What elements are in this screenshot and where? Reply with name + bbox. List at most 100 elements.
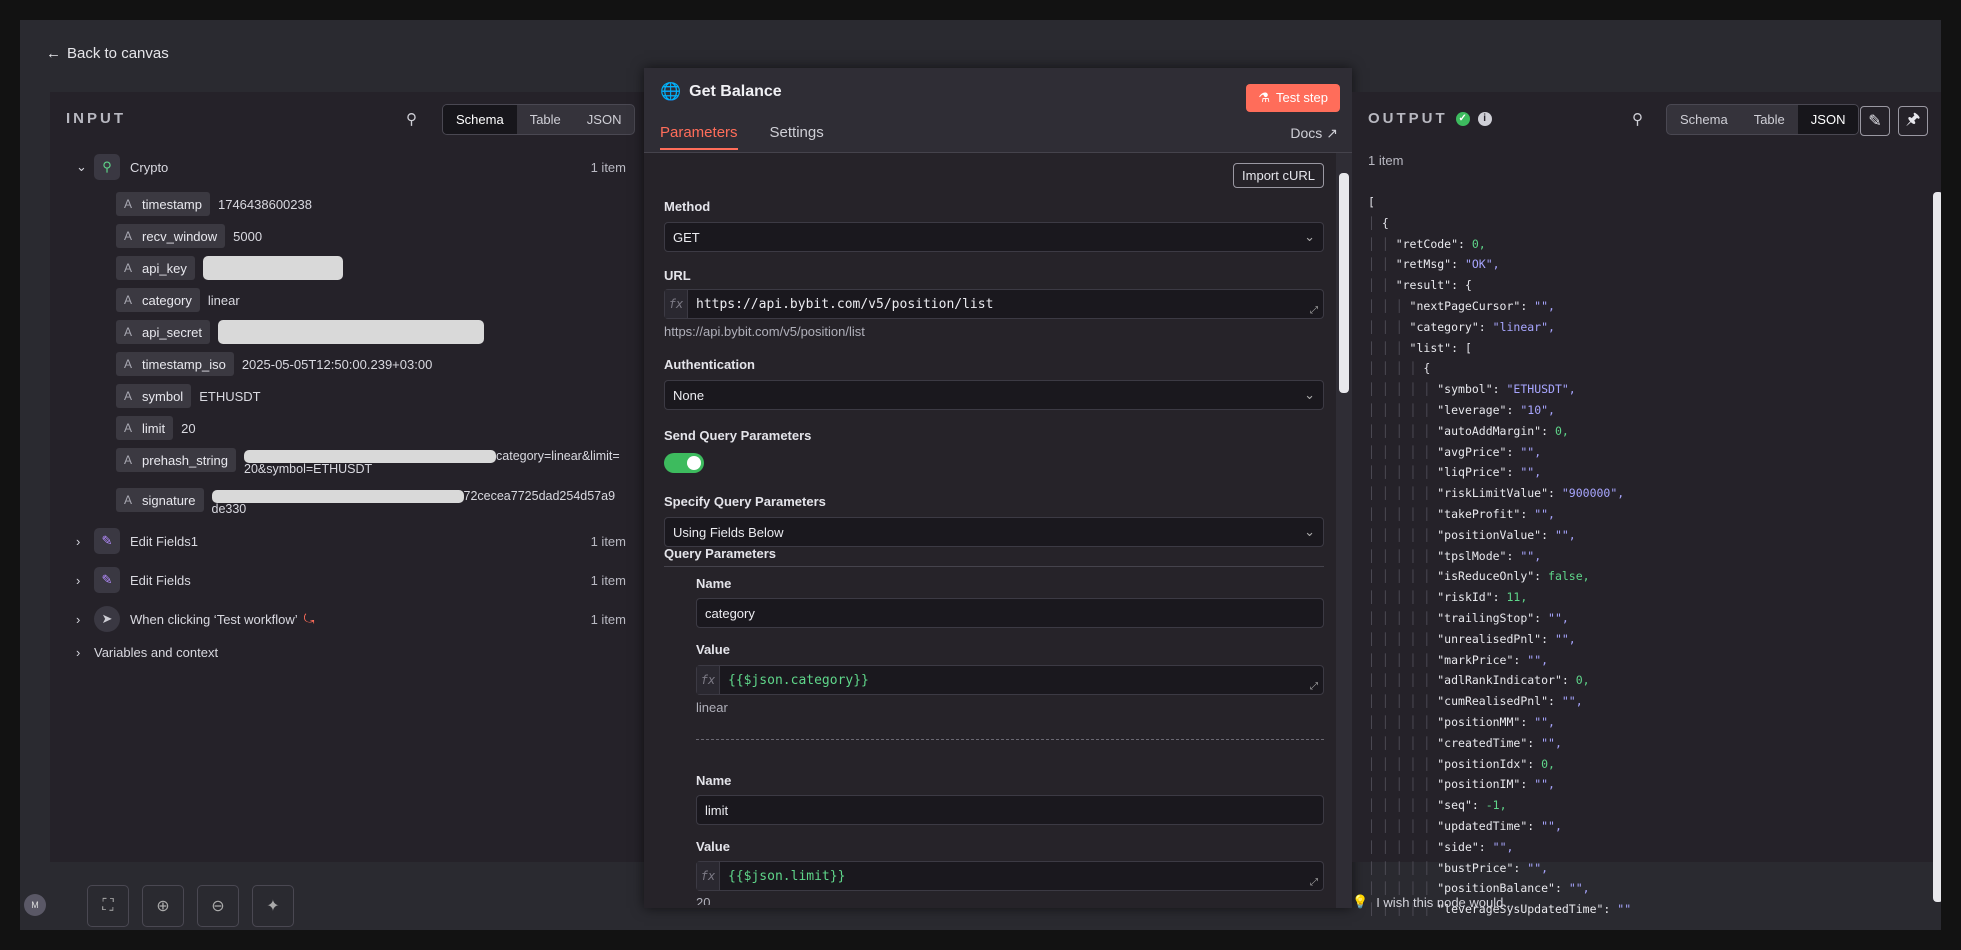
- output-panel: OUTPUT ✓ i ⚲ Schema Table JSON ✎ 🖈 1 ite…: [1352, 92, 1941, 916]
- search-icon[interactable]: ⚲: [406, 110, 417, 128]
- chevron-right-icon[interactable]: ›: [76, 534, 94, 549]
- node-edit-fields[interactable]: › ✎ Edit Fields 1 item: [76, 567, 644, 593]
- send-query-toggle[interactable]: [664, 453, 704, 473]
- back-label: Back to canvas: [67, 45, 169, 62]
- json-line: │ │ │ │ │ "trailingStop": "",: [1368, 608, 1631, 629]
- json-line: │ │ │ │ │ "tpslMode": "",: [1368, 546, 1631, 567]
- output-view-tabs: Schema Table JSON: [1666, 104, 1860, 135]
- json-output: [│ {│ │ "retCode": 0, │ │ "retMsg": "OK",…: [1368, 192, 1631, 920]
- tab-parameters[interactable]: Parameters: [660, 124, 738, 150]
- param-value-hint: 20: [696, 895, 711, 905]
- tab-table[interactable]: Table: [1741, 105, 1798, 134]
- import-curl-button[interactable]: Import cURL: [1233, 163, 1324, 188]
- field-row[interactable]: Atimestamp 1746438600238: [116, 192, 312, 216]
- back-to-canvas-link[interactable]: ← Back to canvas: [46, 45, 169, 62]
- indent-guides: │ │: [1368, 236, 1396, 251]
- json-line: │ │ │ │ │ "autoAddMargin": 0,: [1368, 421, 1631, 442]
- param-value-input[interactable]: fx {{$json.limit}} ⤢: [696, 861, 1324, 891]
- feedback-link[interactable]: 💡 I wish this node would...: [1352, 894, 1514, 910]
- expand-icon[interactable]: ⤢: [1310, 877, 1318, 888]
- json-line: │ │ │ │ │ "avgPrice": "",: [1368, 442, 1631, 463]
- field-row[interactable]: Alimit 20: [116, 416, 196, 440]
- field-row[interactable]: Acategory linear: [116, 288, 240, 312]
- node-crypto[interactable]: ⌄ ⚲ Crypto 1 item: [76, 154, 644, 180]
- variables-label: Variables and context: [94, 645, 219, 660]
- zoom-out-button[interactable]: ⊖: [197, 885, 239, 927]
- test-step-button[interactable]: ⚗ Test step: [1246, 84, 1340, 112]
- chevron-right-icon[interactable]: ›: [76, 612, 94, 627]
- tab-settings[interactable]: Settings: [770, 124, 824, 150]
- json-value: "",: [1541, 735, 1562, 750]
- indent-guides: │ │ │ │ │: [1368, 423, 1438, 438]
- brush-icon: ✦: [266, 898, 280, 915]
- json-line: │ │ │ │ │ "side": "",: [1368, 837, 1631, 858]
- tidy-up-button[interactable]: ✦: [252, 885, 294, 927]
- json-value: "900000",: [1561, 486, 1625, 501]
- authentication-select[interactable]: None ⌄: [664, 380, 1324, 410]
- pin-data-button[interactable]: 🖈: [1898, 106, 1928, 136]
- json-line: │ │ │ │ {: [1368, 358, 1631, 379]
- scrollbar[interactable]: [1933, 192, 1941, 902]
- scrollbar[interactable]: [1339, 173, 1349, 393]
- tab-json[interactable]: JSON: [1797, 105, 1859, 134]
- url-value: https://api.bybit.com/v5/position/list: [696, 296, 994, 312]
- docs-link[interactable]: Docs ↗: [1290, 125, 1338, 142]
- variables-and-context[interactable]: › Variables and context: [76, 645, 218, 660]
- indent-guides: │ │ │ │ │: [1368, 590, 1438, 605]
- node-name: When clicking ‘Test workflow’: [130, 611, 298, 627]
- json-key: "createdTime":: [1437, 735, 1542, 750]
- edit-output-button[interactable]: ✎: [1860, 106, 1890, 136]
- json-key: "tpslMode":: [1437, 548, 1521, 563]
- field-row[interactable]: Arecv_window 5000: [116, 224, 262, 248]
- indent-guides: │ │ │ │ │: [1368, 486, 1438, 501]
- chevron-right-icon[interactable]: ›: [76, 645, 94, 660]
- zoom-in-button[interactable]: ⊕: [142, 885, 184, 927]
- param-value-label: Value: [696, 642, 730, 657]
- json-key: "bustPrice":: [1437, 860, 1528, 875]
- fit-view-button[interactable]: ⛶: [87, 885, 129, 927]
- expand-icon[interactable]: ⤢: [1310, 305, 1318, 316]
- field-row[interactable]: Atimestamp_iso 2025-05-05T12:50:00.239+0…: [116, 352, 432, 376]
- field-key: symbol: [142, 388, 184, 404]
- method-select[interactable]: GET ⌄: [664, 222, 1324, 252]
- query-parameters-label: Query Parameters: [664, 546, 777, 561]
- specify-query-select[interactable]: Using Fields Below ⌄: [664, 517, 1324, 547]
- info-icon[interactable]: i: [1477, 111, 1492, 126]
- tab-schema[interactable]: Schema: [443, 105, 517, 134]
- json-value: 0,: [1554, 423, 1569, 438]
- tab-json[interactable]: JSON: [574, 105, 635, 134]
- json-value: "",: [1534, 714, 1555, 729]
- node-edit-fields1[interactable]: › ✎ Edit Fields1 1 item: [76, 528, 644, 554]
- avatar[interactable]: M: [24, 894, 46, 916]
- json-value: "OK",: [1464, 257, 1500, 272]
- indent-guides: │ │ │: [1368, 319, 1410, 334]
- json-key: "updatedTime":: [1437, 818, 1542, 833]
- json-line: │ {: [1368, 213, 1631, 234]
- chevron-down-icon[interactable]: ⌄: [76, 159, 94, 175]
- json-key: "side":: [1437, 839, 1493, 854]
- node-manual-trigger[interactable]: › ➤ When clicking ‘Test workflow’ ⤿ 1 it…: [76, 606, 644, 632]
- field-row[interactable]: Aapi_secret: [116, 320, 484, 344]
- json-value: "",: [1520, 465, 1542, 480]
- url-hint: https://api.bybit.com/v5/position/list: [664, 324, 865, 339]
- param-name-input[interactable]: limit: [696, 795, 1324, 825]
- param-name-input[interactable]: category: [696, 598, 1324, 628]
- field-key-pill: Arecv_window: [116, 224, 226, 248]
- field-row[interactable]: Aprehash_string category=linear&limit= 2…: [116, 448, 620, 476]
- field-row[interactable]: Aapi_key: [116, 256, 343, 280]
- field-key: timestamp: [142, 196, 202, 212]
- json-key: "takeProfit":: [1437, 506, 1535, 521]
- tab-table[interactable]: Table: [517, 105, 574, 134]
- item-count: 1 item: [590, 572, 626, 588]
- json-value: "",: [1554, 527, 1576, 542]
- indent-guides: │ │ │ │ │: [1368, 818, 1438, 833]
- param-value-input[interactable]: fx {{$json.category}} ⤢: [696, 665, 1324, 695]
- url-input[interactable]: fx https://api.bybit.com/v5/position/lis…: [664, 289, 1324, 319]
- field-row[interactable]: Asymbol ETHUSDT: [116, 384, 261, 408]
- field-row[interactable]: Asignature 72cecea7725dad254d57a9 de330: [116, 488, 615, 516]
- chevron-right-icon[interactable]: ›: [76, 573, 94, 588]
- expand-icon[interactable]: ⤢: [1310, 681, 1318, 692]
- field-key: prehash_string: [142, 452, 229, 468]
- search-icon[interactable]: ⚲: [1632, 110, 1643, 128]
- tab-schema[interactable]: Schema: [1667, 105, 1741, 134]
